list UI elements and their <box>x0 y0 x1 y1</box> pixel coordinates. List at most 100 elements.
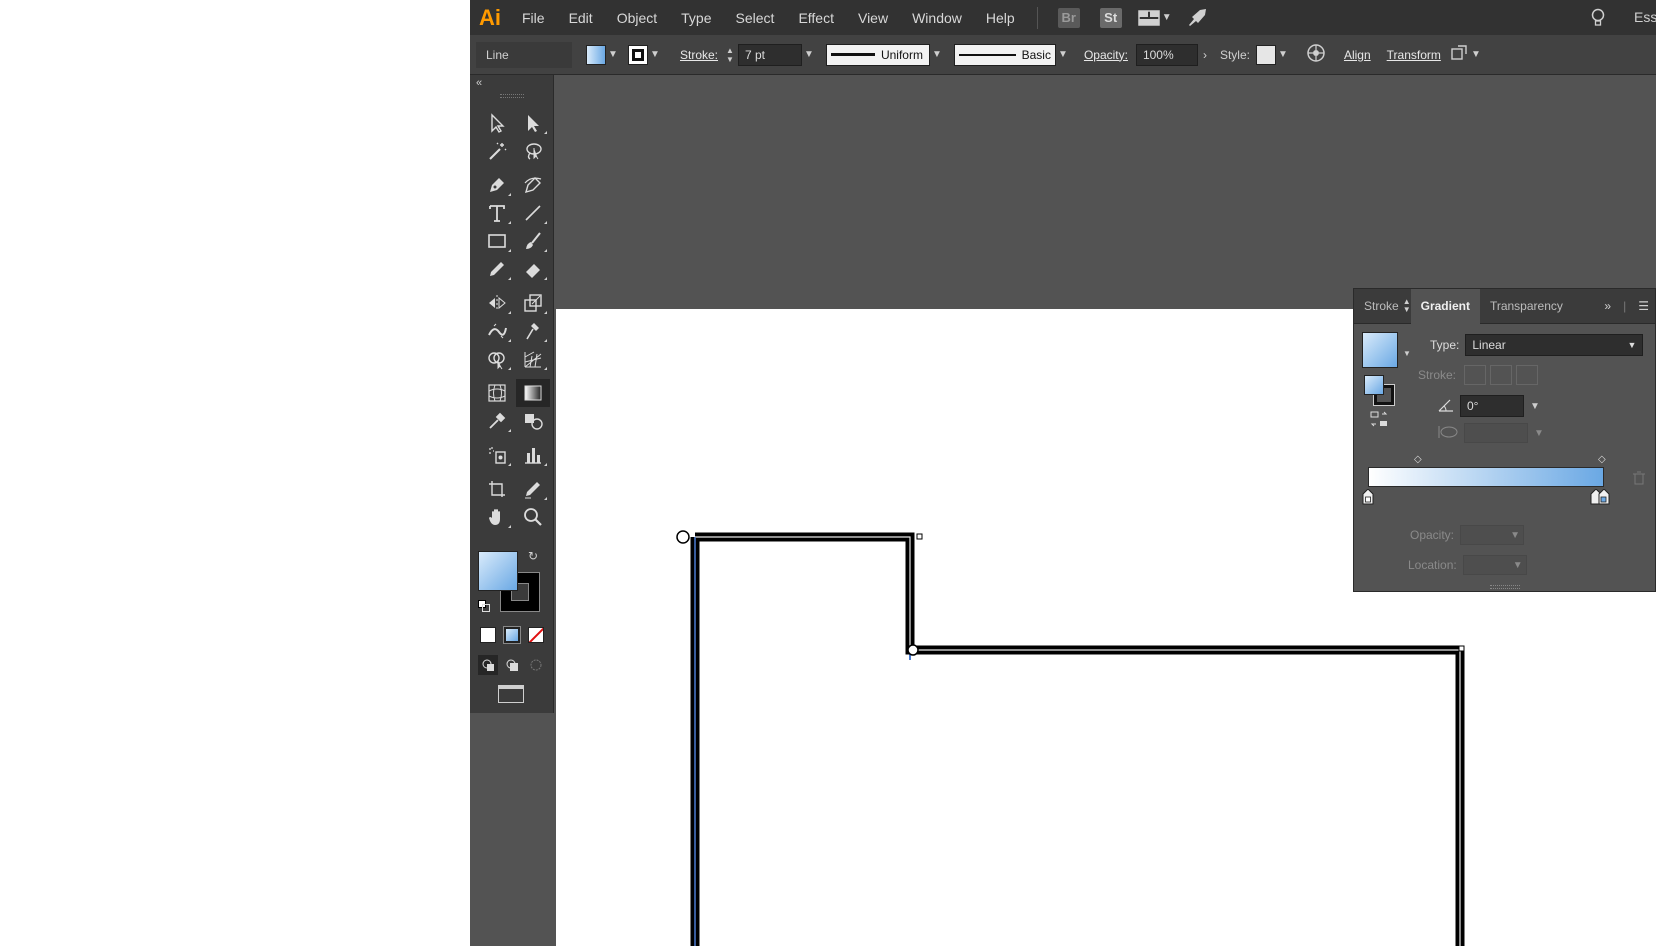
blend-tool-icon[interactable] <box>516 407 550 435</box>
aspect-ratio-input <box>1464 423 1528 443</box>
gradient-type-select[interactable]: Linear ▼ <box>1465 334 1644 356</box>
reflect-tool-icon[interactable] <box>480 289 514 317</box>
menu-file[interactable]: File <box>510 10 557 26</box>
chevron-down-icon[interactable]: ▼ <box>930 49 944 60</box>
stroke-stepper-icon[interactable]: ▲ ▼ <box>726 46 734 64</box>
menu-object[interactable]: Object <box>605 10 669 26</box>
type-tool-icon[interactable] <box>480 199 514 227</box>
symbol-sprayer-icon[interactable] <box>480 441 514 469</box>
menu-help[interactable]: Help <box>974 10 1027 26</box>
graphic-style-swatch[interactable] <box>1255 44 1276 65</box>
stock-button[interactable]: St <box>1099 7 1122 28</box>
paintbrush-icon[interactable] <box>516 227 550 255</box>
menu-select[interactable]: Select <box>724 10 787 26</box>
panel-resize-grip[interactable] <box>1490 585 1520 589</box>
pen-tool-icon[interactable] <box>480 171 514 199</box>
mesh-tool-icon[interactable] <box>480 379 514 407</box>
tab-transparency[interactable]: Transparency <box>1480 289 1573 324</box>
eyedropper-icon[interactable] <box>480 407 514 435</box>
chevron-down-icon[interactable]: ▼ <box>1056 49 1070 60</box>
color-stop-end[interactable] <box>1590 488 1610 505</box>
shape-builder-icon[interactable] <box>480 345 514 373</box>
menu-effect[interactable]: Effect <box>786 10 846 26</box>
zoom-tool-icon[interactable] <box>516 503 550 531</box>
isolate-object-icon[interactable] <box>1449 43 1469 66</box>
draw-normal-icon[interactable] <box>478 655 498 675</box>
workspace-switcher[interactable]: Ess <box>1634 9 1656 25</box>
stroke-label[interactable]: Stroke: <box>680 48 718 62</box>
rectangle-tool-icon[interactable] <box>480 227 514 255</box>
selection-tool-icon[interactable] <box>480 109 514 137</box>
menu-edit[interactable]: Edit <box>557 10 605 26</box>
angle-input[interactable]: 0° <box>1460 395 1524 417</box>
midpoint-diamond-icon[interactable]: ◇ <box>1598 454 1606 465</box>
opacity-input[interactable]: 100% <box>1135 43 1198 66</box>
column-graph-icon[interactable] <box>516 441 550 469</box>
hand-tool-icon[interactable] <box>480 503 514 531</box>
workspace-layout-button[interactable]: ▼ <box>1137 9 1174 26</box>
lasso-icon[interactable] <box>516 137 550 165</box>
slice-tool-icon[interactable] <box>516 475 550 503</box>
menu-type[interactable]: Type <box>669 10 723 26</box>
panel-menu-icon[interactable]: ☰ <box>1638 299 1649 313</box>
width-tool-icon[interactable] <box>480 317 514 345</box>
tab-stroke[interactable]: Stroke <box>1354 289 1409 324</box>
scale-tool-icon[interactable] <box>516 289 550 317</box>
collapse-panel-icon[interactable]: « <box>476 77 482 89</box>
stroke-swatch[interactable] <box>628 44 648 65</box>
swap-fill-stroke-icon[interactable]: ↻ <box>528 549 538 563</box>
default-fill-stroke-icon[interactable] <box>478 599 490 612</box>
fill-stroke-mini-swatch[interactable] <box>1364 375 1396 407</box>
variable-width-profile[interactable]: Uniform <box>825 43 930 66</box>
chevron-down-icon[interactable]: ▼ <box>1528 401 1542 412</box>
tab-stepper-icon: ▲ ▼ <box>1402 297 1411 314</box>
recolor-artwork-icon[interactable] <box>1306 43 1326 66</box>
bridge-button[interactable]: Br <box>1057 7 1080 28</box>
curvature-tool-icon[interactable] <box>516 171 550 199</box>
pencil-icon[interactable] <box>480 255 514 283</box>
transform-button[interactable]: Transform <box>1387 48 1441 62</box>
draw-behind-icon[interactable] <box>502 655 522 675</box>
gradient-tool-icon[interactable] <box>516 379 550 407</box>
line-segment-tool-icon[interactable] <box>516 199 550 227</box>
fill-swatch[interactable] <box>586 44 606 65</box>
chevron-right-icon[interactable]: › <box>1198 48 1212 62</box>
collapse-icon[interactable]: » <box>1604 299 1611 313</box>
style-label: Style: <box>1219 47 1250 62</box>
screen-mode-icon[interactable] <box>498 685 524 703</box>
chevron-down-icon[interactable]: ▼ <box>1400 349 1414 358</box>
reverse-gradient-icon[interactable] <box>1370 411 1388 430</box>
color-stop-start[interactable] <box>1362 488 1374 505</box>
direct-selection-tool-icon[interactable] <box>516 109 550 137</box>
color-mode-button[interactable] <box>480 627 496 643</box>
chevron-down-icon: ▼ <box>1627 340 1637 350</box>
none-mode-button[interactable] <box>528 627 544 643</box>
puppet-warp-icon[interactable] <box>516 317 550 345</box>
stroke-weight-input[interactable]: 7 pt <box>737 43 802 66</box>
chevron-down-icon[interactable]: ▼ <box>1276 49 1290 60</box>
gradient-slider[interactable] <box>1368 467 1604 487</box>
panel-grip[interactable] <box>500 94 524 98</box>
gradient-preview-swatch[interactable] <box>1362 332 1398 368</box>
perspective-grid-icon[interactable] <box>516 345 550 373</box>
chevron-down-icon[interactable]: ▼ <box>606 49 620 60</box>
align-button[interactable]: Align <box>1344 48 1371 62</box>
chevron-down-icon: ▼ <box>1161 12 1172 23</box>
brush-definition[interactable]: Basic <box>953 43 1056 66</box>
midpoint-diamond-icon[interactable]: ◇ <box>1414 454 1422 465</box>
chevron-down-icon[interactable]: ▼ <box>648 49 662 60</box>
tab-gradient[interactable]: Gradient <box>1410 288 1480 324</box>
menu-window[interactable]: Window <box>900 10 974 26</box>
gpu-performance-button[interactable] <box>1186 8 1208 28</box>
artboard-tool-icon[interactable] <box>480 475 514 503</box>
lightbulb-icon[interactable] <box>1590 8 1606 31</box>
draw-inside-icon[interactable] <box>526 655 546 675</box>
gradient-mode-button[interactable] <box>503 626 521 644</box>
eraser-icon[interactable] <box>516 255 550 283</box>
opacity-label[interactable]: Opacity: <box>1084 48 1128 62</box>
magic-wand-icon[interactable] <box>480 137 514 165</box>
fill-color-swatch[interactable] <box>478 551 518 591</box>
menu-view[interactable]: View <box>846 10 900 26</box>
chevron-down-icon[interactable]: ▼ <box>1469 49 1483 60</box>
chevron-down-icon[interactable]: ▼ <box>802 49 816 60</box>
